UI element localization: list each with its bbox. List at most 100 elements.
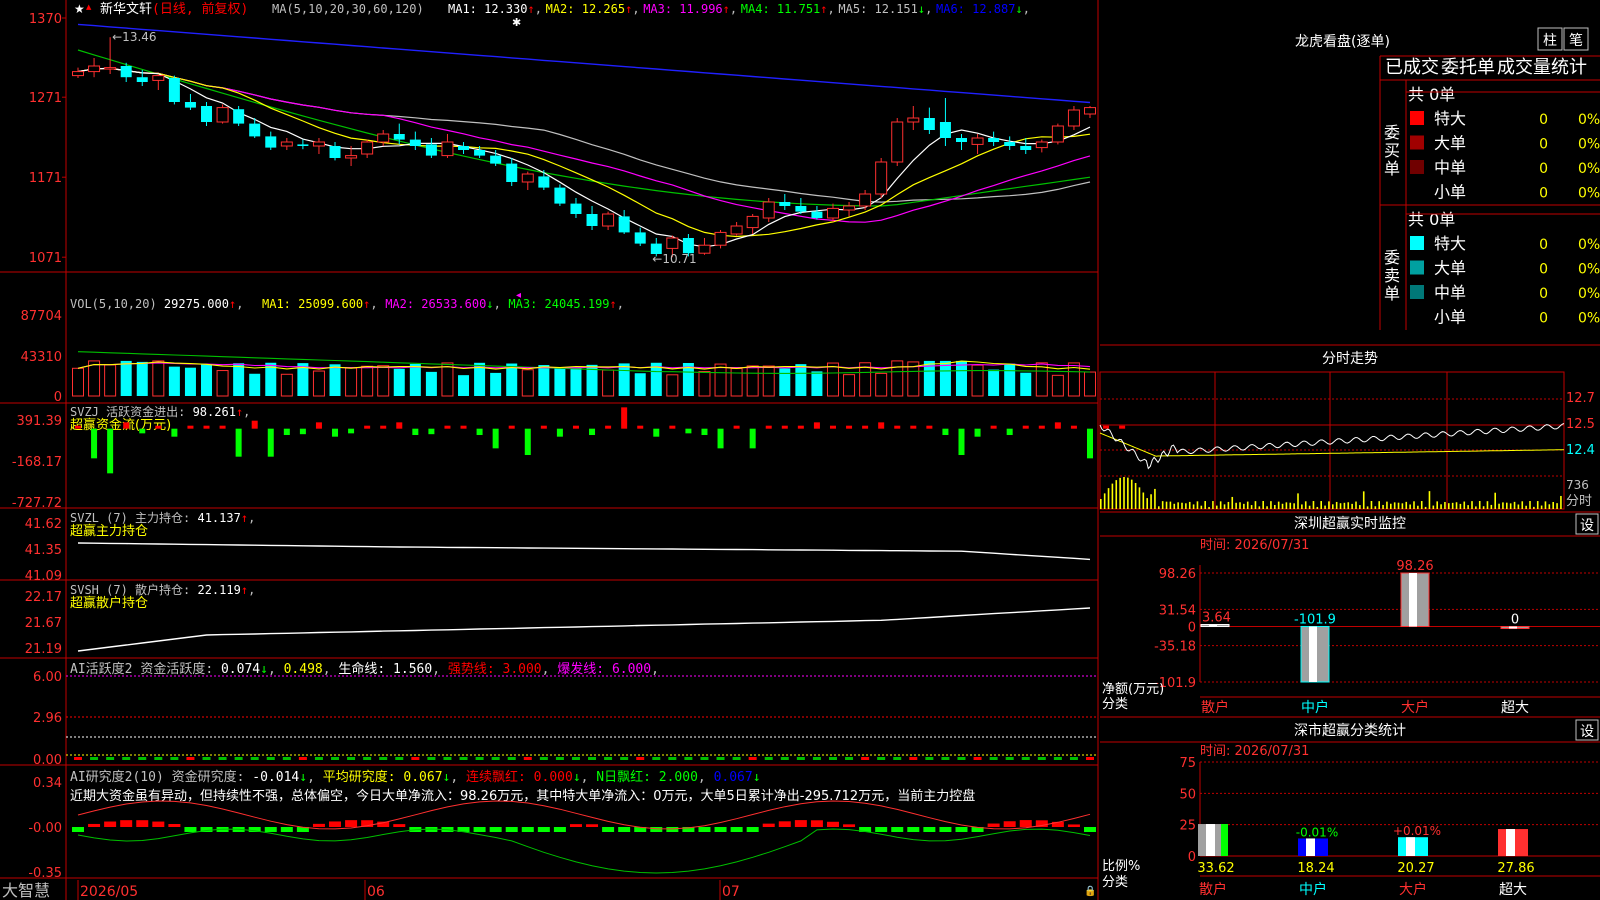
candle-down[interactable] bbox=[136, 77, 148, 82]
svzj-bar bbox=[1054, 422, 1061, 429]
research-bar bbox=[939, 827, 952, 832]
candle-down[interactable] bbox=[458, 146, 470, 150]
svzj-bar bbox=[315, 422, 322, 429]
candle-up[interactable] bbox=[152, 75, 165, 81]
candle-down[interactable] bbox=[779, 202, 791, 206]
candle-up[interactable] bbox=[216, 107, 229, 123]
svzj-bar bbox=[862, 425, 869, 429]
candle-up[interactable] bbox=[875, 161, 888, 195]
candle-down[interactable] bbox=[184, 102, 196, 108]
svsh-panel[interactable]: SVSH (7) 散户持仓: 22.119↑,超赢散户持仓 22.17 21.67 2… bbox=[25, 582, 1091, 657]
candle-up[interactable] bbox=[441, 141, 454, 157]
candle-down[interactable] bbox=[409, 139, 421, 146]
candle-down[interactable] bbox=[201, 106, 213, 122]
candle-down[interactable] bbox=[811, 211, 823, 218]
ai-activity-panel[interactable]: AI活跃度2 资金活跃度: 0.074↓, 0.498, 生命线: 1.560,… bbox=[33, 661, 1098, 768]
candle-up[interactable] bbox=[88, 65, 101, 73]
volume-panel[interactable]: VOL(5,10,20) 29275.000↑, MA1: 25099.600↑… bbox=[21, 290, 1096, 405]
candle-up[interactable] bbox=[1051, 125, 1064, 143]
candle-down[interactable] bbox=[168, 78, 180, 102]
candle-up[interactable] bbox=[666, 237, 679, 249]
volume-bar bbox=[345, 367, 358, 397]
candle-down[interactable] bbox=[538, 176, 550, 188]
candle-up[interactable] bbox=[345, 155, 358, 159]
candle-down[interactable] bbox=[1020, 146, 1032, 150]
candle-up[interactable] bbox=[602, 213, 615, 227]
buy-side-label: 单 bbox=[1384, 159, 1400, 178]
candle-up[interactable] bbox=[730, 225, 743, 235]
candle-down[interactable] bbox=[297, 144, 309, 146]
svzj-bar bbox=[1070, 425, 1077, 429]
candle-down[interactable] bbox=[682, 238, 694, 254]
sz-class-bar[interactable] bbox=[1298, 838, 1328, 856]
candle-down[interactable] bbox=[474, 150, 486, 156]
candle-up[interactable] bbox=[843, 205, 856, 211]
candle-up[interactable] bbox=[826, 207, 839, 219]
candle-up[interactable] bbox=[1067, 109, 1080, 127]
candle-down[interactable] bbox=[634, 232, 646, 244]
candle-down[interactable] bbox=[233, 109, 245, 124]
candle-down[interactable] bbox=[393, 134, 405, 140]
candle-down[interactable] bbox=[1004, 142, 1016, 146]
candle-up[interactable] bbox=[762, 201, 775, 219]
price-tick-label: 1171 bbox=[29, 171, 62, 186]
activity-bar bbox=[684, 757, 693, 760]
stock-chart-area[interactable]: ★ ▲ 新华文轩(日线, 前复权) MA(5,10,20,30,60,120) MA1… bbox=[0, 0, 1600, 900]
candle-down[interactable] bbox=[988, 138, 1000, 142]
candle-down[interactable] bbox=[265, 136, 277, 148]
candle-down[interactable] bbox=[795, 206, 807, 212]
ai-research-panel[interactable]: AI研究度2(10) 资金研究度: -0.014↓, 平均研究度: 0.067↓… bbox=[28, 769, 1096, 881]
candle-down[interactable] bbox=[490, 155, 502, 164]
sz-class-bar[interactable] bbox=[1398, 837, 1428, 856]
sz-class-bar[interactable] bbox=[1198, 824, 1228, 856]
candle-down[interactable] bbox=[923, 118, 935, 130]
candle-up[interactable] bbox=[746, 215, 759, 229]
tab-2: 成交量统计 bbox=[1497, 57, 1587, 78]
candle-up[interactable] bbox=[361, 141, 374, 155]
candle-up[interactable] bbox=[1035, 141, 1048, 149]
candle-up[interactable] bbox=[971, 137, 984, 145]
intraday-vol-bar bbox=[1440, 504, 1442, 509]
candle-down[interactable] bbox=[586, 214, 598, 226]
candle-up[interactable] bbox=[104, 67, 117, 70]
candle-up[interactable] bbox=[714, 231, 727, 246]
candle-down[interactable] bbox=[425, 144, 437, 156]
research-bar bbox=[553, 827, 566, 832]
candle-down[interactable] bbox=[570, 203, 582, 214]
kline-panel[interactable]: ★ ▲ 新华文轩(日线, 前复权) MA(5,10,20,30,60,120) MA1… bbox=[29, 1, 1096, 266]
intraday-vol-bar bbox=[1173, 503, 1176, 509]
sell-row-pct: 0% bbox=[1578, 237, 1600, 253]
candle-up[interactable] bbox=[891, 121, 904, 163]
svzj-panel[interactable]: SVZJ 活跃资金进出: 98.261↑,超赢资金流(万元) 391.39 -168… bbox=[12, 404, 1126, 511]
candle-down[interactable] bbox=[506, 163, 518, 182]
svzj-bar bbox=[1006, 428, 1013, 436]
candle-up[interactable] bbox=[907, 117, 920, 123]
candle-down[interactable] bbox=[955, 138, 967, 142]
candle-down[interactable] bbox=[329, 146, 341, 158]
volume-bar bbox=[521, 369, 534, 397]
candle-down[interactable] bbox=[618, 216, 630, 233]
intraday-tick: 12.5 bbox=[1566, 417, 1595, 432]
candle-down[interactable] bbox=[249, 123, 261, 137]
candle-up[interactable] bbox=[280, 141, 293, 147]
candle-down[interactable] bbox=[554, 187, 566, 204]
intraday-vol-bar bbox=[1467, 505, 1469, 509]
candle-down[interactable] bbox=[939, 122, 951, 138]
candle-down[interactable] bbox=[120, 66, 132, 78]
research-bar bbox=[955, 827, 968, 832]
svzl-panel[interactable]: SVZL (7) 主力持仓: 41.137↑,超赢主力持仓 41.62 41.35 4… bbox=[25, 510, 1091, 584]
candle-up[interactable] bbox=[377, 133, 390, 143]
sz-class-bar[interactable] bbox=[1498, 829, 1528, 856]
sz-monitor-bar[interactable] bbox=[1300, 626, 1330, 683]
svzl-subtitle: 超赢主力持仓 bbox=[70, 523, 148, 539]
candle-up[interactable] bbox=[1084, 107, 1096, 115]
candle-up[interactable] bbox=[521, 173, 534, 183]
candle-up[interactable] bbox=[859, 193, 872, 207]
sz-monitor-bar[interactable] bbox=[1400, 572, 1430, 628]
candle-up[interactable] bbox=[72, 71, 84, 77]
svzl-tick-label: 41.35 bbox=[25, 543, 62, 558]
svzl-header: SVZL (7) 主力持仓: 41.137↑, bbox=[70, 510, 255, 525]
volume-bar bbox=[955, 360, 967, 396]
candle-up[interactable] bbox=[698, 244, 711, 254]
candle-up[interactable] bbox=[312, 141, 325, 147]
